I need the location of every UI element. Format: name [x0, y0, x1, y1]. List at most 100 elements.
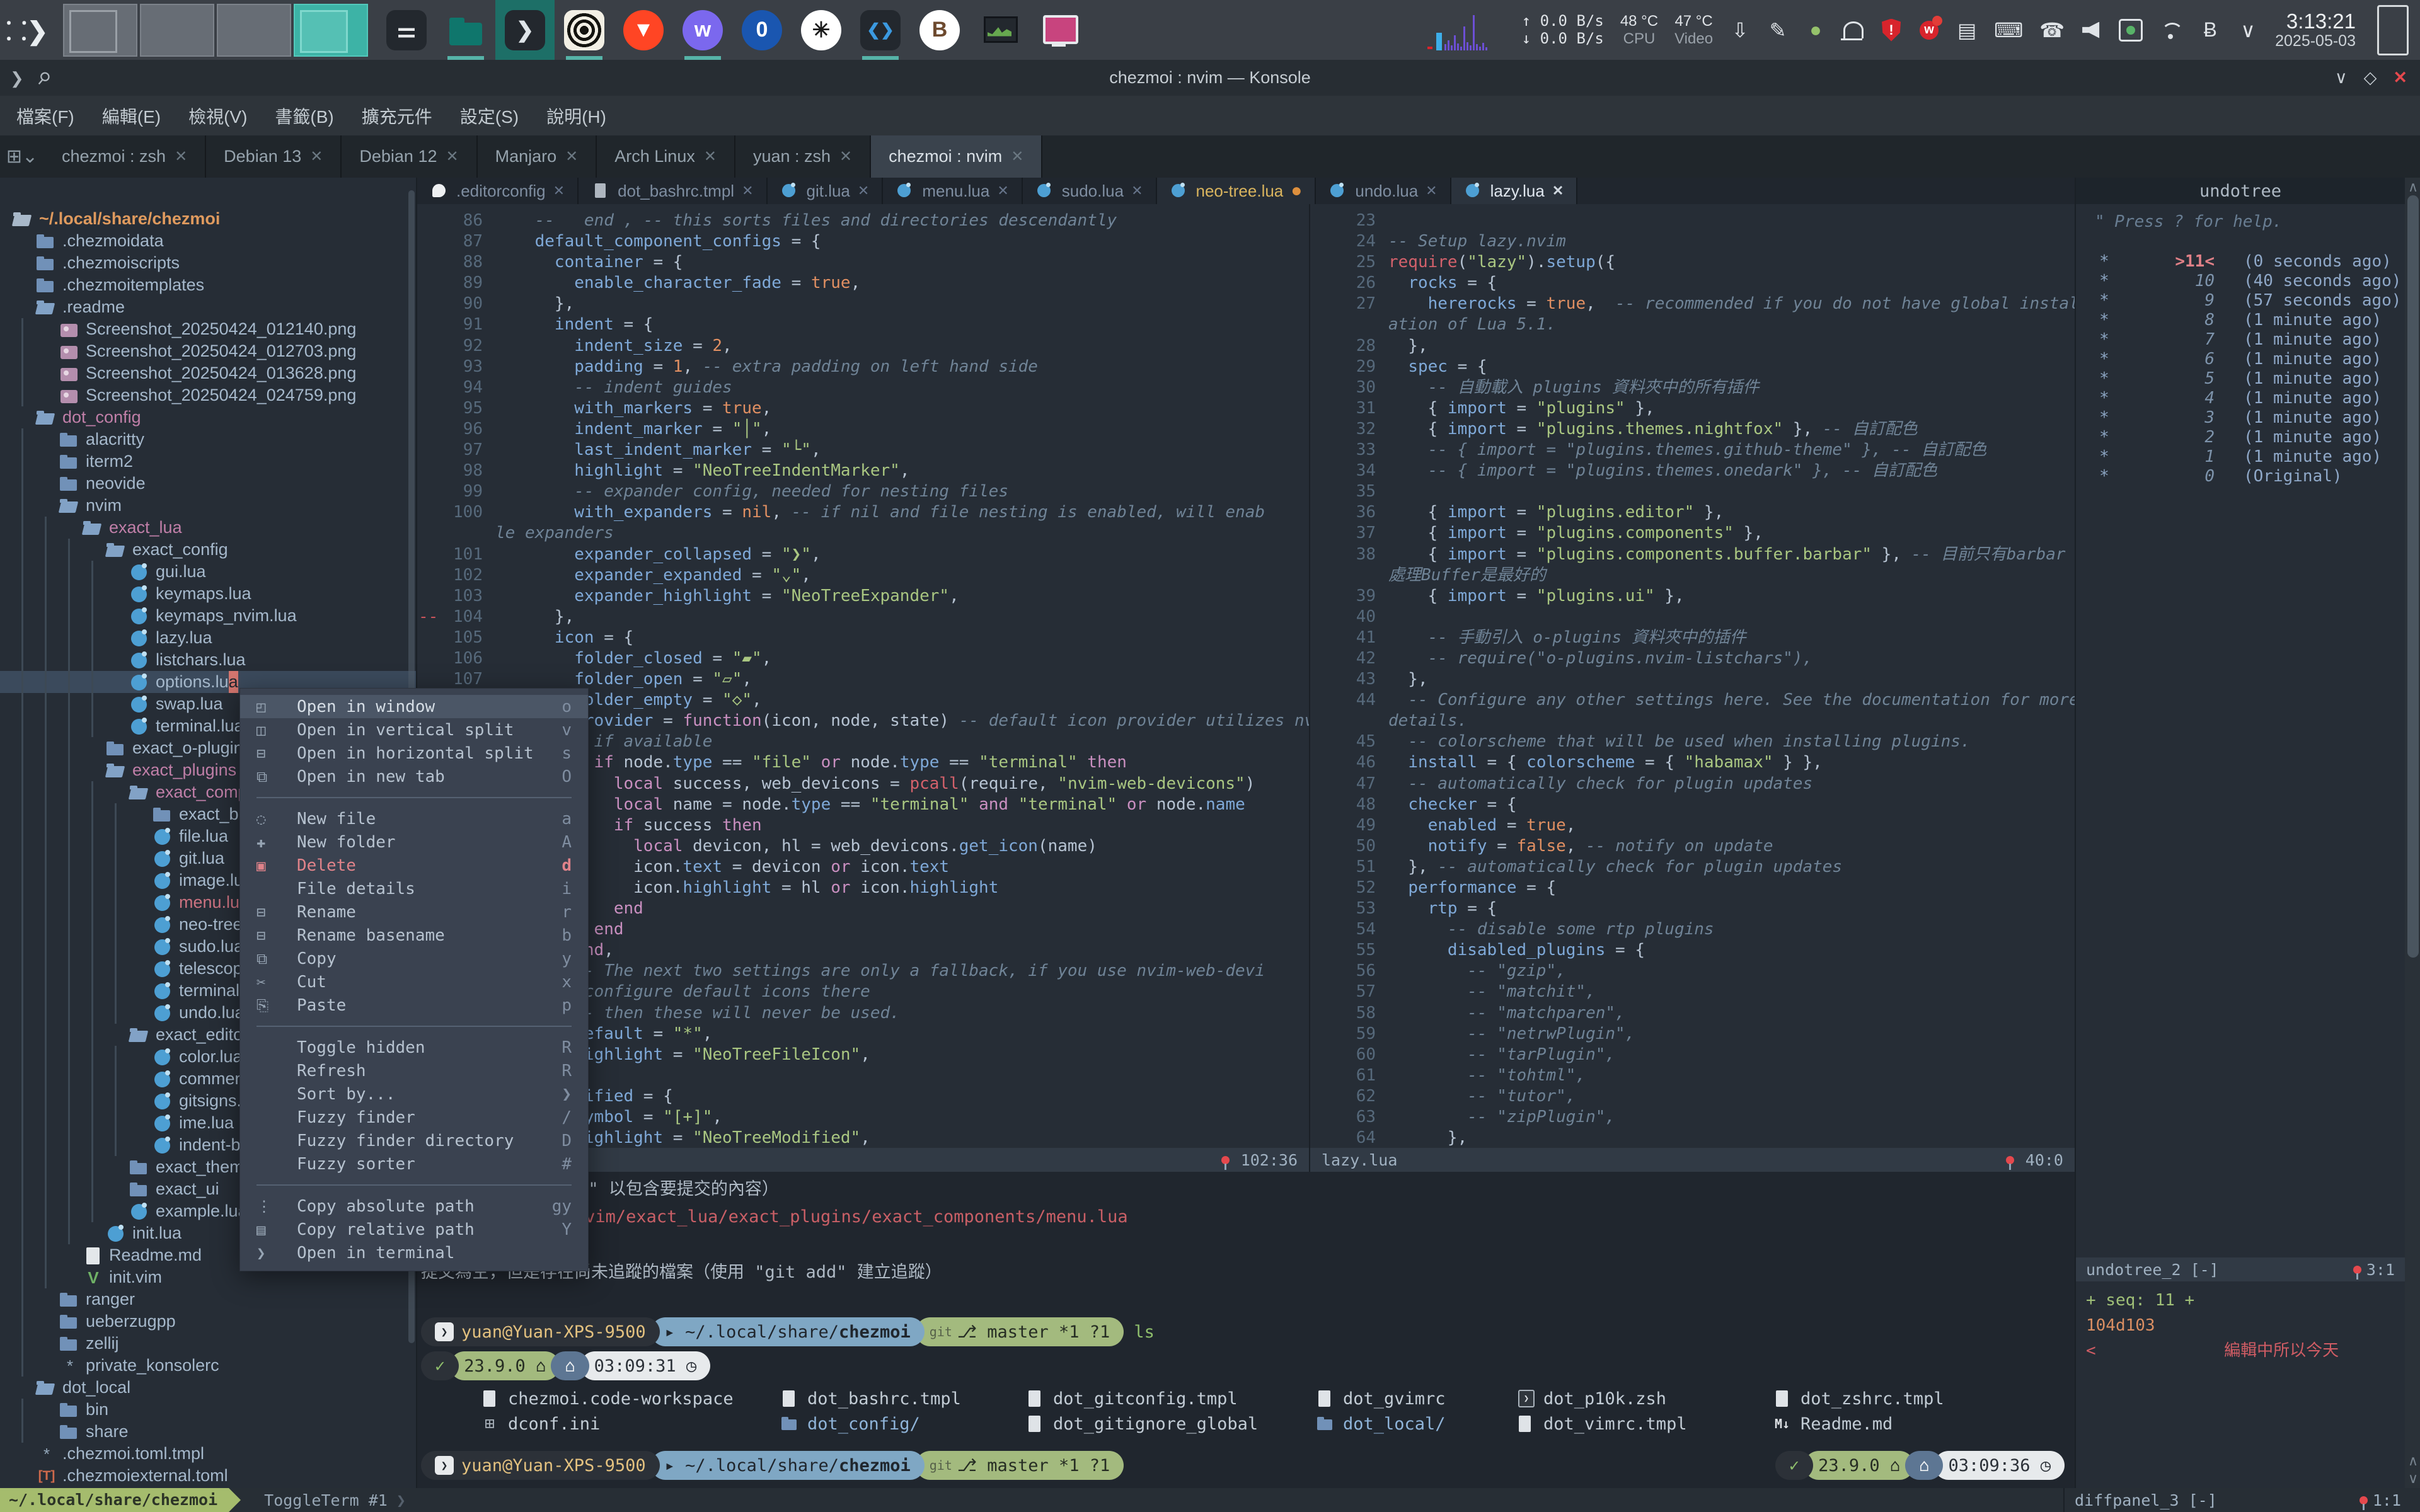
undotree-entry-5[interactable]: *5(1 minute ago): [2076, 369, 2405, 389]
undotree-entry-6[interactable]: *6(1 minute ago): [2076, 350, 2405, 369]
menu-item-rename[interactable]: ⊟Renamer: [240, 900, 588, 924]
toggleterm-label[interactable]: ToggleTerm #1❯: [264, 1491, 406, 1509]
pin-icon[interactable]: ⚲: [30, 64, 57, 93]
tree-row-dot-config[interactable]: dot_config: [0, 406, 416, 428]
new-tab-icon[interactable]: ⊞⌄: [0, 135, 44, 178]
tree-row-iterm2[interactable]: iterm2: [0, 450, 416, 472]
virtual-desktop-2[interactable]: [140, 4, 214, 57]
tree-row-neovide[interactable]: neovide: [0, 472, 416, 495]
kdeconnect-icon[interactable]: ☎: [2039, 18, 2065, 42]
wavebox-tray-icon[interactable]: w: [1918, 21, 1940, 40]
tree-row-chezmoiscripts[interactable]: .chezmoiscripts: [0, 252, 416, 274]
obs-studio-icon[interactable]: [1028, 0, 1088, 60]
undotree-entry-0[interactable]: *0(Original): [2076, 467, 2405, 486]
menu-h[interactable]: 說明(H): [546, 103, 606, 129]
tree-row-screenshot-20250424-012140-png[interactable]: Screenshot_20250424_012140.png: [0, 318, 416, 340]
tree-row-ueberzugpp[interactable]: ueberzugpp: [0, 1310, 416, 1332]
menu-b[interactable]: 書籤(B): [275, 103, 333, 129]
tree-row-gui-lua[interactable]: gui.lua: [0, 561, 416, 583]
undotree-entry-3[interactable]: *3(1 minute ago): [2076, 408, 2405, 428]
tree-row-screenshot-20250424-012703-png[interactable]: Screenshot_20250424_012703.png: [0, 340, 416, 362]
buffer-tab-lazy-lua[interactable]: lazy.lua✕: [1451, 178, 1578, 204]
menu-item-new-file[interactable]: ◌New filea: [240, 807, 588, 830]
konsole-scrollbar[interactable]: ∧ ∧ ∨: [2405, 178, 2420, 1488]
menu-item-open-in-window[interactable]: ◰Open in windowo: [240, 695, 588, 718]
menu-v[interactable]: 檢視(V): [188, 103, 247, 129]
clock[interactable]: 3:13:21 2025-05-03: [2275, 10, 2356, 50]
menu-item-fuzzy-finder-directory[interactable]: Fuzzy finder directoryD: [240, 1129, 588, 1152]
stylus-icon[interactable]: ✎: [1767, 18, 1789, 42]
konsole-icon[interactable]: ❯: [495, 0, 555, 60]
buffer-tab-sudo-lua[interactable]: sudo.lua✕: [1023, 178, 1157, 204]
menu-item-file-details[interactable]: File detailsi: [240, 877, 588, 900]
virtual-desktop-4[interactable]: [294, 4, 368, 57]
tree-row-lazy-lua[interactable]: lazy.lua: [0, 627, 416, 649]
menu-item-refresh[interactable]: RefreshR: [240, 1059, 588, 1082]
notifications-bell-icon[interactable]: [1843, 21, 1864, 38]
buffer-tab-dot-bashrc-tmpl[interactable]: dot_bashrc.tmpl✕: [579, 178, 767, 204]
tree-row-screenshot-20250424-013628-png[interactable]: Screenshot_20250424_013628.png: [0, 362, 416, 384]
konsole-tab-debian-12[interactable]: Debian 12✕: [342, 135, 477, 178]
tree-row-private-konsolerc[interactable]: *private_konsolerc: [0, 1354, 416, 1377]
close-buffer-icon[interactable]: ✕: [1552, 183, 1564, 199]
tweaks-icon[interactable]: ⚌: [377, 0, 436, 60]
undotree-entry-1[interactable]: *1(1 minute ago): [2076, 447, 2405, 467]
tree-row-zellij[interactable]: zellij: [0, 1332, 416, 1354]
menu-item-open-in-vertical-split[interactable]: ◫Open in vertical splitv: [240, 718, 588, 742]
tree-row-alacritty[interactable]: alacritty: [0, 428, 416, 450]
undotree-entry-7[interactable]: *7(1 minute ago): [2076, 330, 2405, 350]
undotree-entry-8[interactable]: *8(1 minute ago): [2076, 311, 2405, 330]
buffer-tab-undo-lua[interactable]: undo.lua✕: [1316, 178, 1451, 204]
tree-row-bin[interactable]: bin: [0, 1399, 416, 1421]
menu-[interactable]: 擴充元件: [362, 103, 432, 129]
scrollbar-thumb[interactable]: [2407, 195, 2419, 958]
menu-item-fuzzy-finder[interactable]: Fuzzy finder/: [240, 1106, 588, 1129]
vscode-icon[interactable]: ❮❯: [851, 0, 910, 60]
undotree-entry-10[interactable]: *10(40 seconds ago): [2076, 272, 2405, 291]
tree-row-keymaps-lua[interactable]: keymaps.lua: [0, 583, 416, 605]
close-buffer-icon[interactable]: ✕: [1426, 183, 1437, 199]
menu-item-open-in-new-tab[interactable]: ⧉Open in new tabO: [240, 765, 588, 788]
menu-item-sort-by[interactable]: Sort by...❯: [240, 1082, 588, 1106]
gpu-temperature[interactable]: 47 °CVideo: [1674, 13, 1713, 47]
password-shield-icon[interactable]: 0: [732, 0, 792, 60]
network-speed[interactable]: ↑ 0.0 B/s ↓ 0.0 B/s: [1522, 13, 1604, 47]
window-titlebar[interactable]: ❯ ⚲ chezmoi : nvim — Konsole ∨ ◇ ✕: [0, 60, 2420, 96]
system-monitor-icon[interactable]: [969, 0, 1028, 60]
security-alert-icon[interactable]: !: [1881, 19, 1902, 42]
tree-row-screenshot-20250424-024759-png[interactable]: Screenshot_20250424_024759.png: [0, 384, 416, 406]
app-launcher-icon[interactable]: ⸬❯: [0, 0, 54, 60]
tree-row-exact-lua[interactable]: exact_lua: [0, 517, 416, 539]
tree-row-exact-config[interactable]: exact_config: [0, 539, 416, 561]
file-manager-icon[interactable]: [436, 0, 495, 60]
menu-item-fuzzy-sorter[interactable]: Fuzzy sorter#: [240, 1152, 588, 1176]
tree-row-dot-local[interactable]: dot_local: [0, 1377, 416, 1399]
konsole-tab-yuan-zsh[interactable]: yuan : zsh✕: [735, 135, 871, 178]
menu-item-rename-basename[interactable]: ⊟Rename basenameb: [240, 924, 588, 947]
close-buffer-icon[interactable]: ✕: [742, 183, 753, 199]
tray-expand-chevron-icon[interactable]: ∨: [2237, 18, 2259, 42]
konsole-tab-chezmoi-nvim[interactable]: chezmoi : nvim✕: [871, 135, 1042, 178]
minimize-icon[interactable]: ∨: [2335, 68, 2348, 88]
tree-row-chezmoiexternal-toml[interactable]: [T].chezmoiexternal.toml: [0, 1465, 416, 1487]
undotree-list[interactable]: " Press ? for help. *>11<(0 seconds ago)…: [2076, 204, 2405, 1257]
tree-row-ranger[interactable]: ranger: [0, 1288, 416, 1310]
bluetooth-icon[interactable]: Ƀ: [2199, 18, 2221, 42]
tree-row-share[interactable]: share: [0, 1421, 416, 1443]
menu-e[interactable]: 編輯(E): [102, 103, 161, 129]
undotree-entry-4[interactable]: *4(1 minute ago): [2076, 389, 2405, 408]
close-buffer-icon[interactable]: ✕: [858, 183, 869, 199]
spiral-app-icon[interactable]: [555, 0, 614, 60]
konsole-tab-arch-linux[interactable]: Arch Linux✕: [597, 135, 735, 178]
volume-icon[interactable]: [2081, 22, 2102, 38]
undotree-entry-2[interactable]: *2(1 minute ago): [2076, 428, 2405, 447]
color-profile-icon[interactable]: ●: [1805, 18, 1826, 42]
tree-row-listchars-lua[interactable]: listchars.lua: [0, 649, 416, 671]
media-player-icon[interactable]: [2119, 19, 2143, 42]
undotree-entry-11[interactable]: *>11<(0 seconds ago): [2076, 252, 2405, 272]
menu-item-toggle-hidden[interactable]: Toggle hiddenR: [240, 1036, 588, 1059]
menu-f[interactable]: 檔案(F): [16, 103, 74, 129]
close-buffer-icon[interactable]: ✕: [1131, 183, 1143, 199]
virtual-desktop-3[interactable]: [217, 4, 291, 57]
menu-item-copy-absolute-path[interactable]: ⋮Copy absolute pathgy: [240, 1194, 588, 1218]
